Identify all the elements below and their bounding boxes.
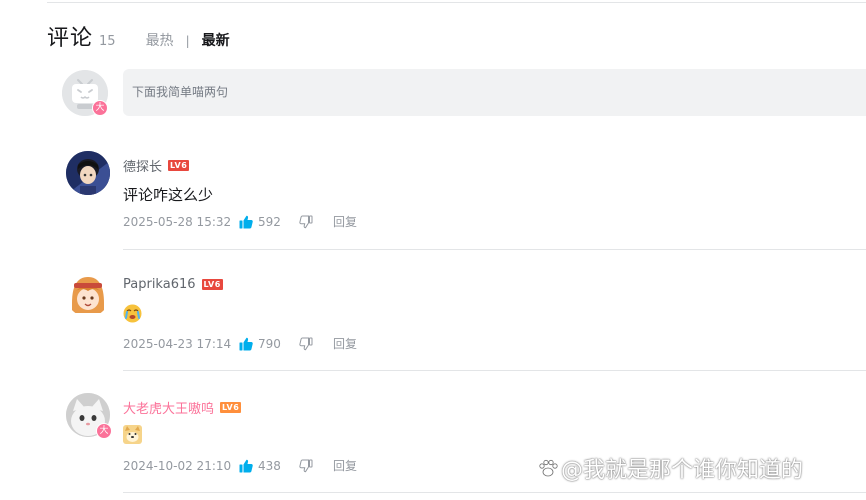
sort-hot-tab[interactable]: 最热 bbox=[146, 30, 174, 50]
comment-divider bbox=[123, 492, 866, 493]
comment-username[interactable]: Paprika616 LV6 bbox=[123, 277, 223, 292]
doge-emoji bbox=[123, 425, 142, 444]
thumbs-up-icon bbox=[239, 215, 253, 228]
level-badge: LV6 bbox=[220, 402, 242, 413]
top-divider bbox=[47, 2, 866, 3]
username-text[interactable]: 大老虎大王嗷呜 bbox=[123, 398, 214, 417]
like-button[interactable]: 438 bbox=[239, 459, 299, 473]
comment-meta: 2025-04-23 17:14 790 回复 bbox=[123, 335, 357, 352]
thumbs-up-icon bbox=[239, 459, 253, 472]
comment-divider bbox=[123, 249, 866, 250]
like-count: 438 bbox=[258, 458, 281, 473]
username-text[interactable]: 德探长 bbox=[123, 156, 162, 175]
crying-face-icon bbox=[123, 304, 142, 323]
paw-icon bbox=[539, 459, 558, 477]
comment-input[interactable]: 下面我简单喵两句 bbox=[123, 69, 866, 116]
sort-new-tab[interactable]: 最新 bbox=[202, 30, 230, 50]
detective-avatar-icon bbox=[66, 151, 110, 195]
doge-icon bbox=[123, 425, 142, 444]
avatar-detective[interactable] bbox=[66, 151, 110, 195]
thumbs-down-icon bbox=[299, 337, 313, 350]
comment-time: 2025-04-23 17:14 bbox=[123, 336, 232, 351]
avatar-paprika[interactable] bbox=[66, 273, 110, 317]
reply-button[interactable]: 回复 bbox=[333, 213, 357, 230]
like-button[interactable]: 592 bbox=[239, 215, 299, 229]
comment-divider bbox=[123, 370, 866, 371]
comment-header: 评论 15 最热 | 最新 bbox=[47, 20, 230, 51]
comment-meta: 2024-10-02 21:10 438 回复 bbox=[123, 457, 357, 474]
anime-girl-avatar-icon bbox=[66, 273, 110, 317]
watermark-text: @我就是那个谁你知道的 bbox=[561, 458, 804, 483]
crying-face-emoji bbox=[123, 304, 142, 323]
level-badge: LV6 bbox=[201, 279, 223, 290]
thumbs-up-icon bbox=[239, 337, 253, 350]
comment-username[interactable]: 大老虎大王嗷呜 LV6 bbox=[123, 398, 242, 417]
watermark: @我就是那个谁你知道的 bbox=[537, 452, 803, 484]
like-count: 790 bbox=[258, 336, 281, 351]
dislike-button[interactable] bbox=[299, 215, 333, 229]
reply-button[interactable]: 回复 bbox=[333, 335, 357, 352]
comment-username[interactable]: 德探长 LV6 bbox=[123, 156, 190, 175]
comment-time: 2025-05-28 15:32 bbox=[123, 214, 232, 229]
comment-title: 评论 bbox=[47, 26, 94, 51]
thumbs-down-icon bbox=[299, 215, 313, 228]
current-user-badge: 大 bbox=[92, 100, 108, 116]
thumbs-down-icon bbox=[299, 459, 313, 472]
comment-text: 评论咋这么少 bbox=[123, 186, 214, 204]
level-badge: LV6 bbox=[168, 160, 190, 171]
dislike-button[interactable] bbox=[299, 337, 333, 351]
comment-meta: 2025-05-28 15:32 592 回复 bbox=[123, 213, 357, 230]
username-text[interactable]: Paprika616 bbox=[123, 277, 196, 292]
dislike-button[interactable] bbox=[299, 459, 333, 473]
like-count: 592 bbox=[258, 214, 281, 229]
like-button[interactable]: 790 bbox=[239, 337, 299, 351]
reply-button[interactable]: 回复 bbox=[333, 457, 357, 474]
sort-separator: | bbox=[185, 34, 190, 48]
vip-badge: 大 bbox=[96, 423, 112, 439]
comment-count: 15 bbox=[99, 34, 116, 49]
comment-time: 2024-10-02 21:10 bbox=[123, 458, 232, 473]
